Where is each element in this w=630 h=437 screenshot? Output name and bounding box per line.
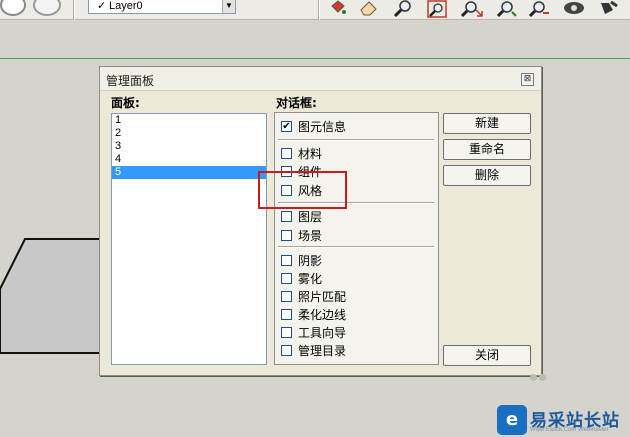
- checkbox-fog[interactable]: 雾化: [281, 270, 322, 286]
- camera-icon[interactable]: [562, 0, 586, 18]
- manage-panels-dialog: 管理面板 ⊠ 面板: 对话框: 1 2 3 4 5 ✔ 图元信息 材料 组件 风…: [99, 66, 542, 376]
- close-button[interactable]: 关闭: [443, 345, 531, 366]
- highlight-annotation: [258, 171, 347, 209]
- toolbar-left-icons: [0, 0, 70, 20]
- delete-button[interactable]: 删除: [443, 165, 531, 186]
- checkbox-outliner[interactable]: 管理目录: [281, 342, 346, 358]
- zoom-icon[interactable]: [391, 0, 415, 18]
- watermark-subtext: Www.Easck.Com Webmaster: [530, 427, 609, 433]
- dialog-title-bar[interactable]: 管理面板 ⊠: [100, 67, 541, 91]
- watermark: e 易采站长站 Www.Easck.Com Webmaster: [497, 405, 630, 437]
- checkbox[interactable]: [281, 272, 292, 284]
- layer-name: Layer0: [109, 0, 143, 12]
- divider: [278, 246, 434, 248]
- checkbox-label: 工具向导: [298, 325, 347, 340]
- list-item-selected[interactable]: 5: [112, 166, 266, 179]
- checkbox[interactable]: [281, 229, 292, 241]
- checkbox[interactable]: [281, 308, 292, 320]
- new-button[interactable]: 新建: [443, 113, 531, 134]
- checkbox-label: 场景: [298, 228, 323, 243]
- list-item[interactable]: 1: [112, 114, 266, 127]
- checkbox-label: 阴影: [298, 253, 323, 268]
- checkbox-instructor[interactable]: 工具向导: [281, 324, 346, 340]
- dialog-checklist: ✔ 图元信息 材料 组件 风格 图层 场景 阴影 雾化 照片匹配 柔化边线 工具…: [274, 112, 439, 365]
- walk-icon[interactable]: [597, 0, 621, 18]
- checkbox-label: 图元信息: [298, 119, 347, 134]
- dialogs-label: 对话框:: [276, 96, 317, 110]
- checkbox[interactable]: [281, 326, 292, 338]
- layer-dropdown[interactable]: ✓ Layer0 ▼: [88, 0, 236, 14]
- checkbox-materials[interactable]: 材料: [281, 145, 322, 161]
- checkbox[interactable]: [281, 147, 292, 159]
- checkbox-label: 图层: [298, 209, 323, 224]
- watermark-logo-icon: e: [497, 405, 527, 435]
- panel-label: 面板:: [111, 96, 140, 110]
- checkbox-label: 管理目录: [298, 343, 347, 358]
- zoom-extents-icon[interactable]: [460, 0, 484, 18]
- previous-view-icon[interactable]: [494, 0, 518, 18]
- divider: [278, 139, 434, 141]
- panel-list[interactable]: 1 2 3 4 5: [111, 113, 267, 365]
- checkbox[interactable]: [281, 344, 292, 356]
- checkbox-label: 雾化: [298, 271, 323, 286]
- dialog-title: 管理面板: [106, 74, 155, 88]
- checkbox-label: 照片匹配: [298, 289, 347, 304]
- checkbox[interactable]: [281, 210, 292, 222]
- checkbox-shadows[interactable]: 阴影: [281, 252, 322, 268]
- checkbox[interactable]: [281, 290, 292, 302]
- checkbox-checked[interactable]: ✔: [281, 120, 292, 132]
- paint-bucket-icon[interactable]: [326, 0, 350, 18]
- rename-button[interactable]: 重命名: [443, 139, 531, 160]
- zoom-window-icon[interactable]: [425, 0, 449, 18]
- checkbox-label: 材料: [298, 146, 323, 161]
- zoom-out-icon[interactable]: [527, 0, 551, 18]
- model-shape: [0, 238, 110, 354]
- list-item[interactable]: 3: [112, 140, 266, 153]
- resize-grip-icon[interactable]: [530, 370, 548, 381]
- checkbox-entity-info[interactable]: ✔ 图元信息: [281, 118, 346, 134]
- eraser-icon[interactable]: [357, 0, 381, 18]
- chevron-down-icon[interactable]: ▼: [222, 0, 235, 13]
- style-icon-2[interactable]: [33, 0, 61, 16]
- checkbox-match-photo[interactable]: 照片匹配: [281, 288, 346, 304]
- toolbar-separator-2: [318, 0, 320, 20]
- green-axis-line: [0, 58, 630, 59]
- current-layer-check: ✓: [97, 0, 107, 12]
- checkbox-scenes[interactable]: 场景: [281, 227, 322, 243]
- list-item[interactable]: 2: [112, 127, 266, 140]
- toolbar-separator: [73, 0, 75, 20]
- style-icon[interactable]: [0, 0, 26, 16]
- toolbar: ✓ Layer0 ▼: [0, 0, 630, 20]
- checkbox-soften-edges[interactable]: 柔化边线: [281, 306, 346, 322]
- checkbox-label: 柔化边线: [298, 307, 347, 322]
- list-item[interactable]: 4: [112, 153, 266, 166]
- close-icon[interactable]: ⊠: [521, 73, 534, 86]
- checkbox-layers[interactable]: 图层: [281, 208, 322, 224]
- checkbox[interactable]: [281, 254, 292, 266]
